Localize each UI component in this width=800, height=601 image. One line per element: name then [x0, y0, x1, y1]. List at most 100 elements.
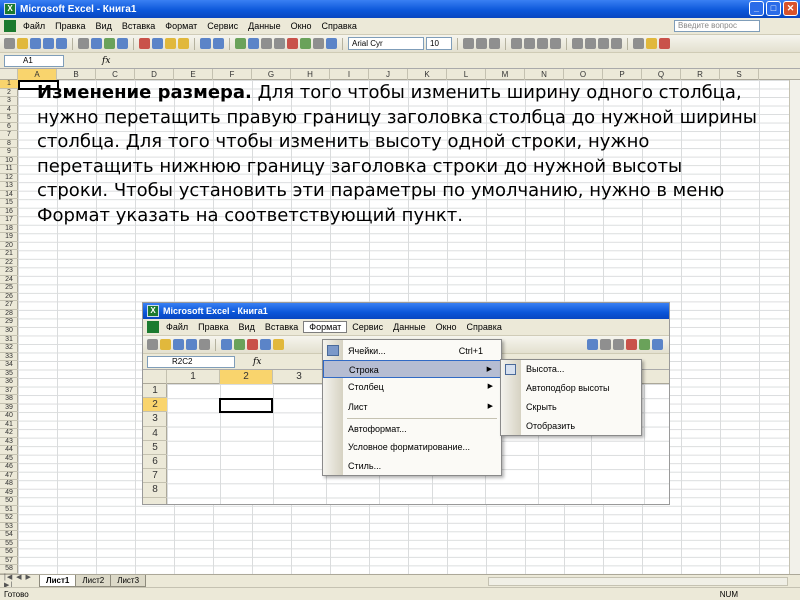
row-header[interactable]: 5: [0, 114, 18, 123]
row-header[interactable]: 31: [0, 336, 18, 345]
inner-menu-data[interactable]: Данные: [388, 322, 431, 332]
inner-name-box[interactable]: R2C2: [147, 355, 235, 368]
mail-icon[interactable]: [56, 38, 67, 49]
menu-edit[interactable]: Правка: [50, 21, 90, 31]
row-header[interactable]: 6: [0, 123, 18, 132]
row-header[interactable]: 20: [0, 242, 18, 251]
minimize-button[interactable]: _: [749, 1, 764, 16]
menu-item-column[interactable]: Столбец ▶: [323, 378, 501, 396]
column-header[interactable]: S: [720, 69, 759, 80]
percent-icon[interactable]: [572, 38, 583, 49]
column-header[interactable]: H: [291, 69, 330, 80]
inner-sort-asc-icon[interactable]: [600, 339, 611, 350]
inner-preview-icon[interactable]: [221, 339, 232, 350]
research-icon[interactable]: [117, 38, 128, 49]
inner-sort-desc-icon[interactable]: [613, 339, 624, 350]
menu-item-sheet[interactable]: Лист ▶: [323, 398, 501, 416]
row-header[interactable]: 46: [0, 463, 18, 472]
row-header[interactable]: 39: [0, 404, 18, 413]
vertical-scrollbar[interactable]: [789, 80, 800, 574]
inner-menu-insert[interactable]: Вставка: [260, 322, 303, 332]
column-header[interactable]: J: [369, 69, 408, 80]
column-header[interactable]: I: [330, 69, 369, 80]
fill-color-icon[interactable]: [646, 38, 657, 49]
row-header[interactable]: 10: [0, 157, 18, 166]
column-header[interactable]: A: [18, 69, 57, 80]
submenu-item-autofit-height[interactable]: Автоподбор высоты: [501, 379, 641, 398]
inner-chart-icon[interactable]: [626, 339, 637, 350]
column-header[interactable]: G: [252, 69, 291, 80]
inner-new-icon[interactable]: [147, 339, 158, 350]
column-header[interactable]: F: [213, 69, 252, 80]
copy-icon[interactable]: [152, 38, 163, 49]
inner-print-icon[interactable]: [199, 339, 210, 350]
row-header[interactable]: 28: [0, 310, 18, 319]
row-header[interactable]: 44: [0, 446, 18, 455]
row-header[interactable]: 13: [0, 182, 18, 191]
italic-icon[interactable]: [476, 38, 487, 49]
row-header[interactable]: 45: [0, 455, 18, 464]
inner-fx-icon[interactable]: fx: [253, 357, 261, 367]
column-header[interactable]: P: [603, 69, 642, 80]
close-button[interactable]: ✕: [783, 1, 798, 16]
menu-view[interactable]: Вид: [91, 21, 117, 31]
column-header[interactable]: E: [174, 69, 213, 80]
row-header[interactable]: 41: [0, 421, 18, 430]
font-size-select[interactable]: 10: [426, 37, 452, 50]
inner-cut-icon[interactable]: [247, 339, 258, 350]
inner-menu-view[interactable]: Вид: [234, 322, 260, 332]
cut-icon[interactable]: [139, 38, 150, 49]
row-header[interactable]: 42: [0, 429, 18, 438]
row-header[interactable]: 57: [0, 557, 18, 566]
inner-menu-tools[interactable]: Сервис: [347, 322, 388, 332]
zoom-icon[interactable]: [313, 38, 324, 49]
menu-window[interactable]: Окно: [286, 21, 317, 31]
preview-icon[interactable]: [91, 38, 102, 49]
row-header[interactable]: 48: [0, 480, 18, 489]
row-header[interactable]: 56: [0, 548, 18, 557]
row-header[interactable]: 38: [0, 395, 18, 404]
submenu-item-height[interactable]: Высота...: [501, 360, 641, 379]
row-header[interactable]: 2: [0, 89, 18, 98]
row-header[interactable]: 19: [0, 233, 18, 242]
inner-autosum-icon[interactable]: [587, 339, 598, 350]
row-header[interactable]: 34: [0, 361, 18, 370]
menu-help[interactable]: Справка: [317, 21, 362, 31]
menu-insert[interactable]: Вставка: [117, 21, 160, 31]
row-header[interactable]: 1: [0, 80, 18, 89]
name-box[interactable]: A1: [4, 54, 64, 67]
menu-data[interactable]: Данные: [243, 21, 286, 31]
underline-icon[interactable]: [489, 38, 500, 49]
sheet-tab-2[interactable]: Лист2: [75, 575, 112, 587]
row-header[interactable]: 25: [0, 284, 18, 293]
column-header[interactable]: C: [96, 69, 135, 80]
row-header[interactable]: 15: [0, 199, 18, 208]
inner-active-cell-r2c2[interactable]: [219, 398, 273, 413]
autosum-icon[interactable]: [248, 38, 259, 49]
undo-icon[interactable]: [200, 38, 211, 49]
row-header[interactable]: 14: [0, 191, 18, 200]
row-header[interactable]: 8: [0, 140, 18, 149]
paste-icon[interactable]: [165, 38, 176, 49]
borders-icon[interactable]: [633, 38, 644, 49]
row-header[interactable]: 53: [0, 523, 18, 532]
sort-desc-icon[interactable]: [274, 38, 285, 49]
inner-save-icon[interactable]: [173, 339, 184, 350]
inner-menu-help[interactable]: Справка: [462, 322, 507, 332]
help-icon[interactable]: [326, 38, 337, 49]
row-header[interactable]: 9: [0, 148, 18, 157]
inner-column-header[interactable]: 1: [167, 370, 220, 384]
row-header[interactable]: 16: [0, 208, 18, 217]
permission-icon[interactable]: [43, 38, 54, 49]
row-header[interactable]: 50: [0, 497, 18, 506]
new-icon[interactable]: [4, 38, 15, 49]
row-header[interactable]: 32: [0, 344, 18, 353]
inner-drawing-icon[interactable]: [639, 339, 650, 350]
row-header[interactable]: 36: [0, 378, 18, 387]
column-header[interactable]: K: [408, 69, 447, 80]
align-left-icon[interactable]: [511, 38, 522, 49]
align-right-icon[interactable]: [537, 38, 548, 49]
menu-item-row[interactable]: Строка ▶: [323, 360, 501, 378]
row-header[interactable]: 22: [0, 259, 18, 268]
drawing-icon[interactable]: [300, 38, 311, 49]
